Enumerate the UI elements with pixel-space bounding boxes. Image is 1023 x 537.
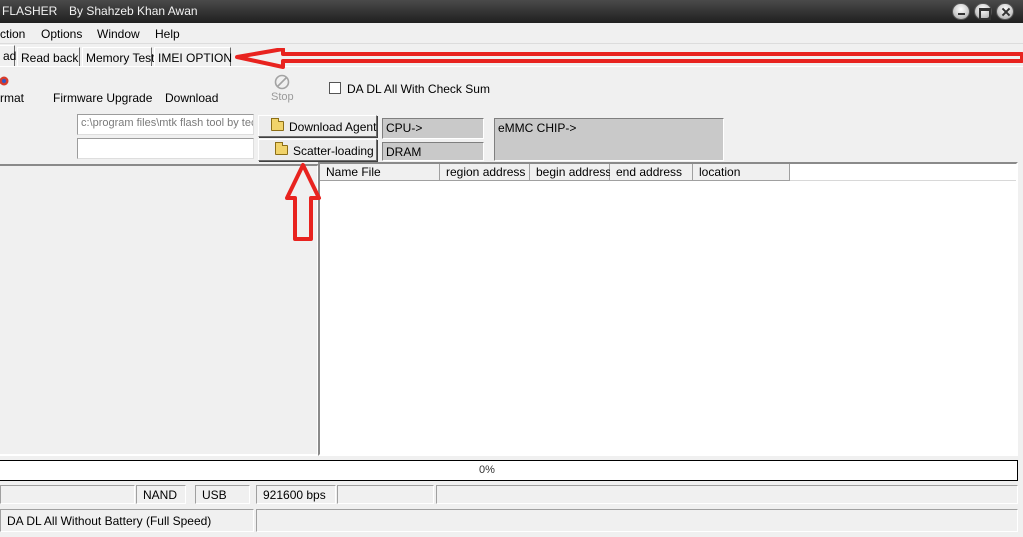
close-button[interactable] [996, 3, 1014, 20]
column-location[interactable]: location [693, 164, 790, 181]
status-mode: DA DL All Without Battery (Full Speed) [0, 509, 254, 532]
tab-read-back[interactable]: Read back [17, 47, 80, 67]
window-title: FLASHER [2, 4, 58, 18]
column-end-address[interactable]: end address [610, 164, 693, 181]
title-bar: FLASHER By Shahzeb Khan Awan [0, 0, 1023, 23]
firmware-upgrade-button[interactable]: Firmware Upgrade [53, 91, 152, 105]
column-name-file[interactable]: Name File [320, 164, 440, 181]
emmc-chip-info: eMMC CHIP-> [494, 118, 724, 161]
format-button-label[interactable]: rmat [0, 91, 24, 105]
folder-icon [275, 142, 288, 155]
status-bar-connection: NAND USB 921600 bps [0, 483, 1023, 505]
partition-list-pane[interactable] [0, 164, 319, 456]
cpu-info: CPU-> [382, 118, 484, 139]
tab-download[interactable]: ad [0, 45, 16, 67]
menu-bar: ction Options Window Help [0, 23, 1023, 44]
format-icon[interactable] [0, 75, 11, 88]
window-subtitle: By Shahzeb Khan Awan [69, 4, 198, 18]
menu-window[interactable]: Window [97, 27, 140, 41]
status-cell-empty [0, 485, 135, 504]
scatter-path-field[interactable] [77, 138, 254, 159]
menu-action[interactable]: ction [0, 27, 25, 41]
download-agent-button-label: Download Agent [289, 120, 377, 134]
minimize-button[interactable] [952, 3, 970, 20]
status-interface: USB [195, 485, 250, 504]
maximize-button[interactable] [974, 3, 992, 20]
progress-percent: 0% [479, 464, 495, 476]
download-agent-path-field[interactable]: c:\program files\mtk flash tool by tec [77, 114, 254, 135]
menu-help[interactable]: Help [155, 27, 180, 41]
status-storage: NAND [136, 485, 186, 504]
stop-icon[interactable] [274, 74, 290, 90]
status-baud-rate: 921600 bps [256, 485, 336, 504]
progress-bar: 0% [0, 460, 1018, 481]
menu-options[interactable]: Options [41, 27, 82, 41]
header-filler [790, 164, 1016, 181]
status-bar-mode: DA DL All Without Battery (Full Speed) [0, 507, 1023, 534]
folder-icon [271, 118, 284, 131]
column-region-address[interactable]: region address [440, 164, 530, 181]
checksum-checkbox[interactable] [329, 82, 341, 94]
download-button[interactable]: Download [165, 91, 218, 105]
tab-memory-test[interactable]: Memory Test [82, 47, 154, 67]
download-agent-button[interactable]: Download Agent [258, 115, 377, 137]
dram-info: DRAM [382, 142, 484, 161]
annotation-arrow-up-icon [285, 163, 321, 241]
checksum-label: DA DL All With Check Sum [347, 82, 490, 96]
scatter-loading-button[interactable]: Scatter-loading [258, 139, 377, 161]
stop-button-label[interactable]: Stop [271, 91, 294, 103]
status-cell-empty [256, 509, 1018, 532]
tab-imei-option[interactable]: IMEI OPTION [154, 47, 232, 67]
scatter-loading-button-label: Scatter-loading [293, 144, 374, 158]
status-cell-empty [436, 485, 1018, 504]
column-begin-address[interactable]: begin address [530, 164, 611, 181]
annotation-arrow-left-icon [235, 48, 1023, 69]
status-cell-empty [337, 485, 434, 504]
file-table[interactable]: Name File region address begin address e… [318, 162, 1018, 456]
